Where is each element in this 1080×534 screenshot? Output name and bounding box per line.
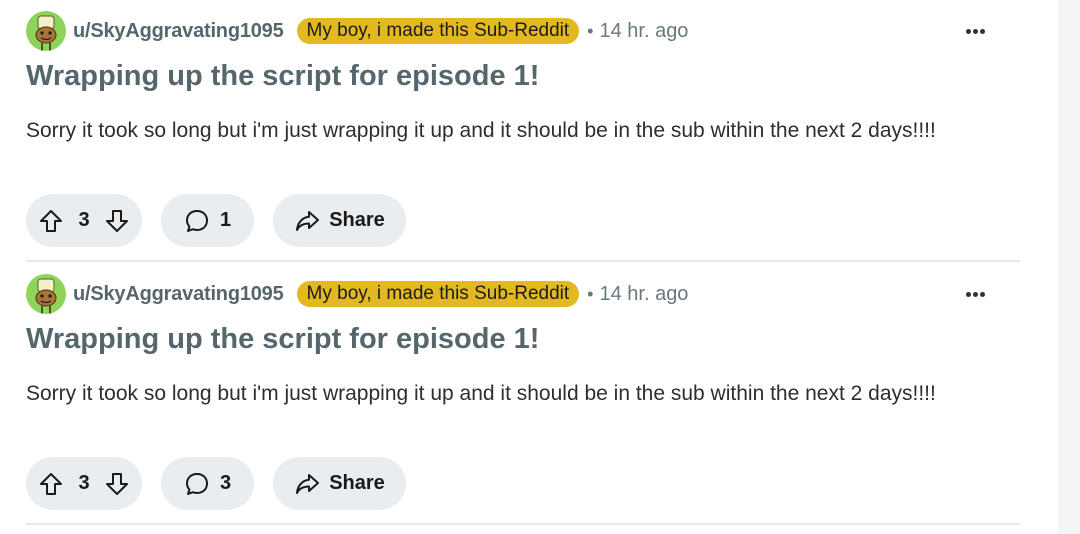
post-card[interactable]: u/SkyAggravating1095 My boy, i made this… (0, 0, 1020, 262)
more-options-icon[interactable] (960, 281, 990, 307)
comment-icon (184, 208, 210, 234)
vote-count: 3 (78, 209, 90, 231)
user-flair: My boy, i made this Sub-Reddit (296, 281, 580, 307)
downvote-icon[interactable] (104, 471, 130, 497)
post-meta: u/SkyAggravating1095 My boy, i made this… (26, 273, 688, 315)
post-title[interactable]: Wrapping up the script for episode 1! (26, 323, 539, 356)
post-body: Sorry it took so long but i'm just wrapp… (26, 382, 936, 405)
share-icon (294, 208, 320, 234)
share-label: Share (329, 209, 385, 231)
more-options-icon[interactable] (960, 18, 990, 44)
post-actions: 3 1 Share (26, 194, 406, 247)
post-divider (26, 523, 1020, 525)
post-title[interactable]: Wrapping up the script for episode 1! (26, 60, 539, 93)
avatar-icon[interactable] (26, 274, 66, 314)
avatar-icon[interactable] (26, 11, 66, 51)
upvote-icon[interactable] (38, 208, 64, 234)
post-card[interactable]: u/SkyAggravating1095 My boy, i made this… (0, 263, 1020, 525)
share-label: Share (329, 472, 385, 494)
vote-control: 3 (26, 457, 142, 510)
comment-button[interactable]: 3 (161, 457, 254, 510)
vote-control: 3 (26, 194, 142, 247)
upvote-icon[interactable] (38, 471, 64, 497)
meta-separator: • (587, 283, 594, 304)
post-timestamp: 14 hr. ago (599, 282, 689, 305)
meta-separator: • (587, 20, 594, 41)
post-body: Sorry it took so long but i'm just wrapp… (26, 119, 936, 142)
user-flair: My boy, i made this Sub-Reddit (296, 18, 580, 44)
share-button[interactable]: Share (273, 194, 406, 247)
post-divider (26, 260, 1020, 262)
post-meta: u/SkyAggravating1095 My boy, i made this… (26, 10, 688, 52)
comment-button[interactable]: 1 (161, 194, 254, 247)
post-author[interactable]: u/SkyAggravating1095 (73, 20, 284, 43)
downvote-icon[interactable] (104, 208, 130, 234)
share-icon (294, 471, 320, 497)
post-author[interactable]: u/SkyAggravating1095 (73, 283, 284, 306)
scrollbar-track[interactable] (1058, 0, 1080, 534)
comment-count: 3 (219, 472, 232, 494)
comment-icon (184, 471, 210, 497)
vote-count: 3 (78, 472, 90, 494)
post-actions: 3 3 Share (26, 457, 406, 510)
post-timestamp: 14 hr. ago (599, 19, 689, 42)
share-button[interactable]: Share (273, 457, 406, 510)
comment-count: 1 (219, 209, 232, 231)
